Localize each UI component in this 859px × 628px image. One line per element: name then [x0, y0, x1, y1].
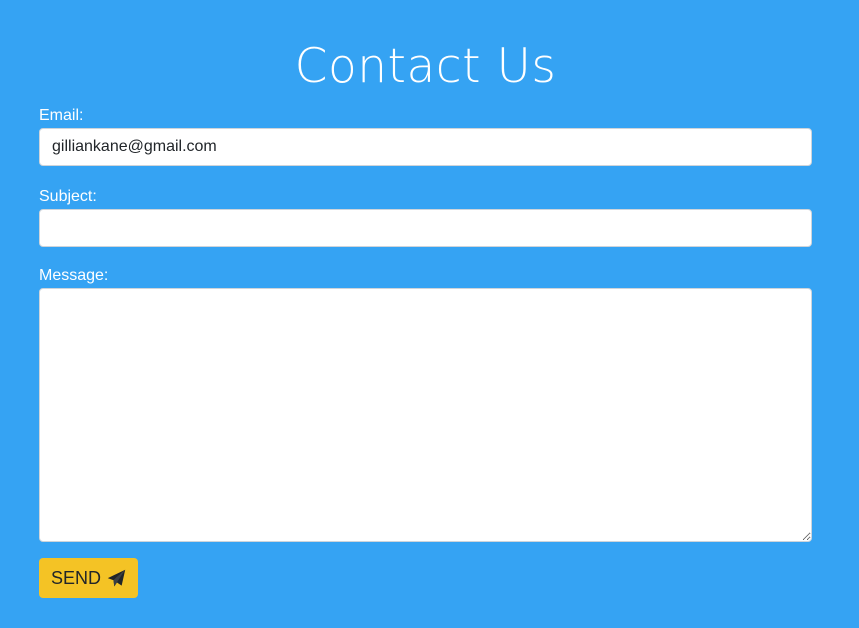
- subject-field[interactable]: [39, 209, 812, 247]
- page-title: Contact Us: [294, 39, 557, 94]
- paper-plane-icon: [107, 569, 126, 588]
- email-field[interactable]: [39, 128, 812, 166]
- message-textarea[interactable]: [39, 288, 812, 542]
- contact-form-container: Contact Us Email: Subject: Message: SEND: [39, 0, 812, 598]
- contact-form: Email: Subject: Message: SEND: [39, 106, 812, 598]
- subject-label: Subject:: [39, 188, 97, 205]
- message-label: Message:: [39, 267, 109, 284]
- send-button-label: SEND: [50, 567, 101, 588]
- send-button[interactable]: SEND: [39, 558, 138, 598]
- email-label: Email:: [39, 107, 84, 124]
